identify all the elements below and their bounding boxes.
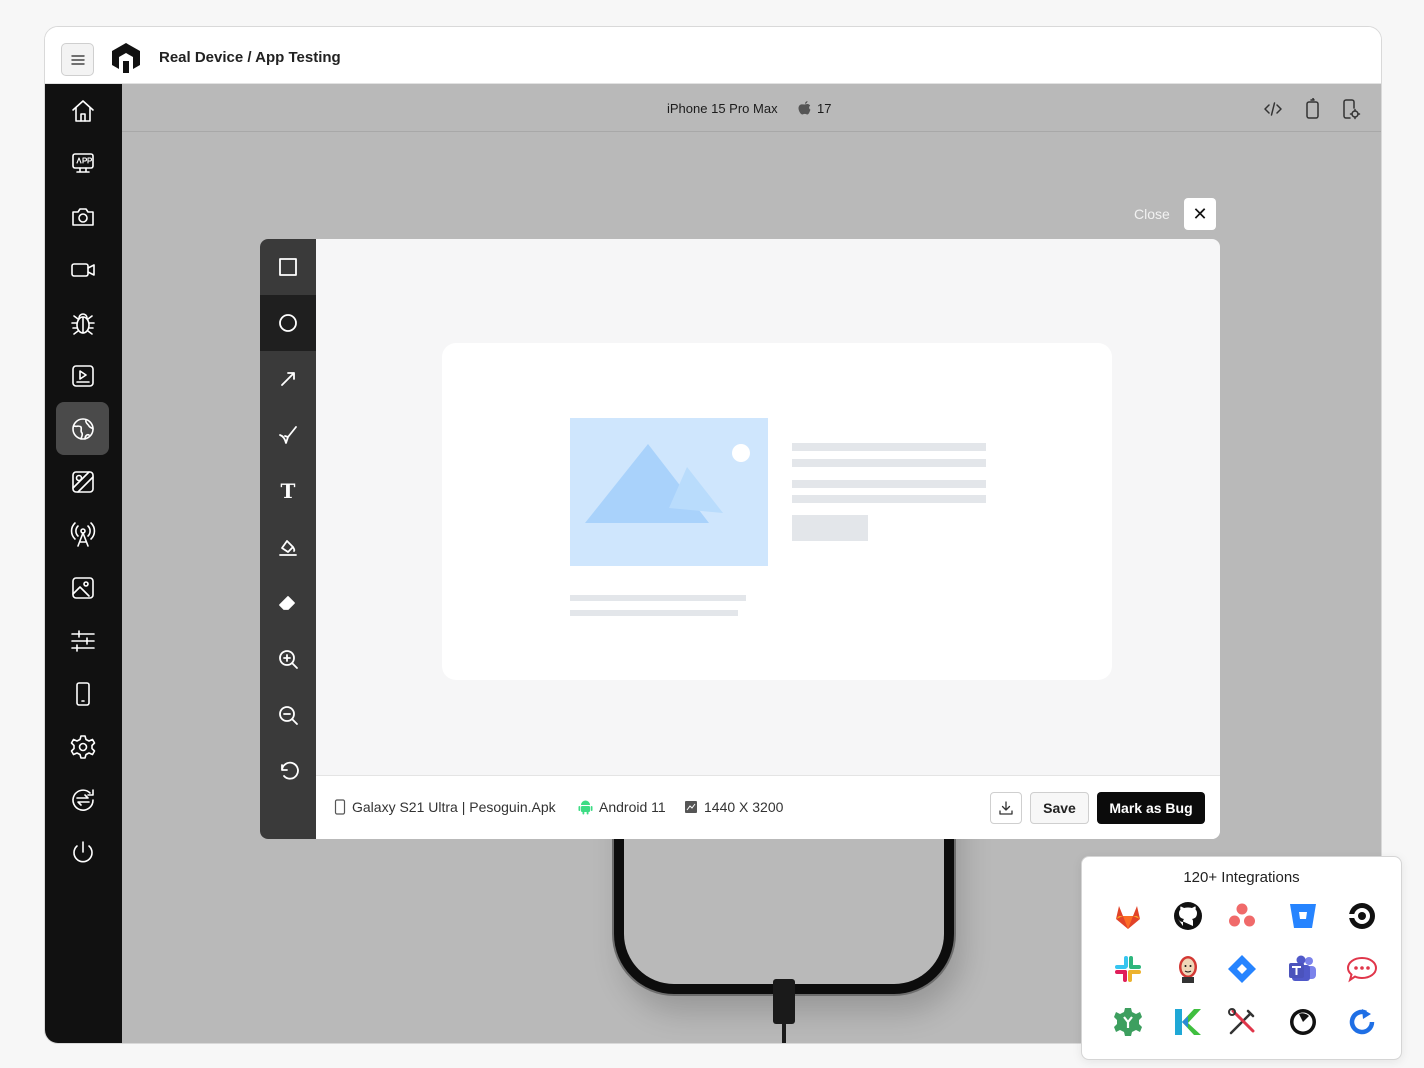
kotlin-icon[interactable]	[1171, 1005, 1205, 1039]
android-version-text: Android 11	[599, 799, 666, 815]
image-icon[interactable]	[56, 561, 109, 614]
arrow-icon[interactable]	[260, 351, 316, 407]
integrations-title: 120+ Integrations	[1183, 869, 1300, 886]
tool-column: T	[260, 239, 316, 839]
screen-play-icon[interactable]	[56, 349, 109, 402]
camera-icon[interactable]	[56, 190, 109, 243]
android-icon	[578, 800, 593, 815]
sliders-icon[interactable]	[56, 614, 109, 667]
device-name: iPhone 15 Pro Max	[667, 101, 778, 116]
text-tool-icon[interactable]: T	[260, 463, 316, 519]
integrations-panel: 120+ Integrations	[1081, 856, 1402, 1060]
geolocation-icon[interactable]	[56, 455, 109, 508]
editor-footer: Galaxy S21 Ultra | Pesoguin.Apk Android …	[316, 775, 1220, 839]
teams-icon[interactable]	[1286, 952, 1320, 986]
close-label[interactable]: Close	[1134, 206, 1170, 222]
download-button[interactable]	[990, 792, 1022, 824]
slack-icon[interactable]	[1111, 952, 1145, 986]
usb-connector	[773, 979, 795, 1024]
undo-icon[interactable]	[260, 743, 316, 799]
menu-button[interactable]	[61, 43, 94, 76]
device-app-text: Galaxy S21 Ultra | Pesoguin.Apk	[352, 799, 556, 815]
mobile-icon	[334, 799, 346, 815]
hamburger-icon	[70, 54, 85, 65]
usb-cable	[782, 1019, 786, 1043]
globe-icon[interactable]	[56, 402, 109, 455]
code-icon[interactable]	[1262, 98, 1284, 120]
placeholder-illustration	[570, 418, 986, 616]
close-icon: ✕	[1192, 203, 1208, 224]
rocketchat-icon[interactable]	[1345, 952, 1379, 986]
tools-icon[interactable]	[1225, 1005, 1259, 1039]
zoom-in-icon[interactable]	[260, 631, 316, 687]
zoom-out-icon[interactable]	[260, 687, 316, 743]
eraser-icon[interactable]	[260, 575, 316, 631]
circle-icon[interactable]	[260, 295, 316, 351]
top-bar: Real Device / App Testing	[45, 27, 1381, 84]
phone-icon[interactable]	[56, 667, 109, 720]
switch-icon[interactable]	[56, 773, 109, 826]
save-button[interactable]: Save	[1030, 792, 1089, 824]
rectangle-icon[interactable]	[260, 239, 316, 295]
close-button[interactable]: ✕	[1184, 198, 1216, 230]
device-app-info: Galaxy S21 Ultra | Pesoguin.Apk	[334, 799, 556, 815]
timer-icon[interactable]	[1286, 1005, 1320, 1039]
sidebar	[45, 84, 122, 1043]
jira-icon[interactable]	[1225, 952, 1259, 986]
mark-as-bug-button[interactable]: Mark as Bug	[1097, 792, 1205, 824]
home-icon[interactable]	[56, 84, 109, 137]
page-title: Real Device / App Testing	[159, 49, 341, 66]
fill-icon[interactable]	[260, 519, 316, 575]
screenshot-editor: T Galaxy S21 Ultra | Pesoguin.Apk Androi…	[260, 239, 1220, 839]
android-info: Android 11	[578, 799, 666, 815]
asana-icon[interactable]	[1225, 899, 1259, 933]
resolution-info: 1440 X 3200	[684, 799, 783, 815]
video-icon[interactable]	[56, 243, 109, 296]
bug-icon[interactable]	[56, 296, 109, 349]
os-version: 17	[797, 100, 831, 116]
apple-icon	[798, 101, 811, 115]
resolution-icon	[685, 801, 697, 813]
gitlab-icon[interactable]	[1111, 899, 1145, 933]
rotate-device-icon[interactable]	[1301, 97, 1323, 120]
settings-gear-icon[interactable]	[1111, 1005, 1145, 1039]
settings-icon[interactable]	[56, 720, 109, 773]
device-bar: iPhone 15 Pro Max 17	[122, 84, 1381, 132]
power-icon[interactable]	[56, 826, 109, 879]
circleci-icon[interactable]	[1345, 899, 1379, 933]
github-icon[interactable]	[1171, 899, 1205, 933]
os-version-text: 17	[817, 100, 832, 116]
jenkins-icon[interactable]	[1171, 952, 1205, 986]
app-icon[interactable]	[56, 137, 109, 190]
device-settings-icon[interactable]	[1339, 98, 1361, 120]
resolution-text: 1440 X 3200	[704, 799, 784, 815]
refresh-icon[interactable]	[1345, 1005, 1379, 1039]
logo	[112, 43, 140, 73]
network-tower-icon[interactable]	[56, 508, 109, 561]
bitbucket-icon[interactable]	[1286, 899, 1320, 933]
pen-icon[interactable]	[260, 407, 316, 463]
download-icon	[999, 801, 1013, 815]
screenshot-canvas[interactable]	[442, 343, 1112, 680]
